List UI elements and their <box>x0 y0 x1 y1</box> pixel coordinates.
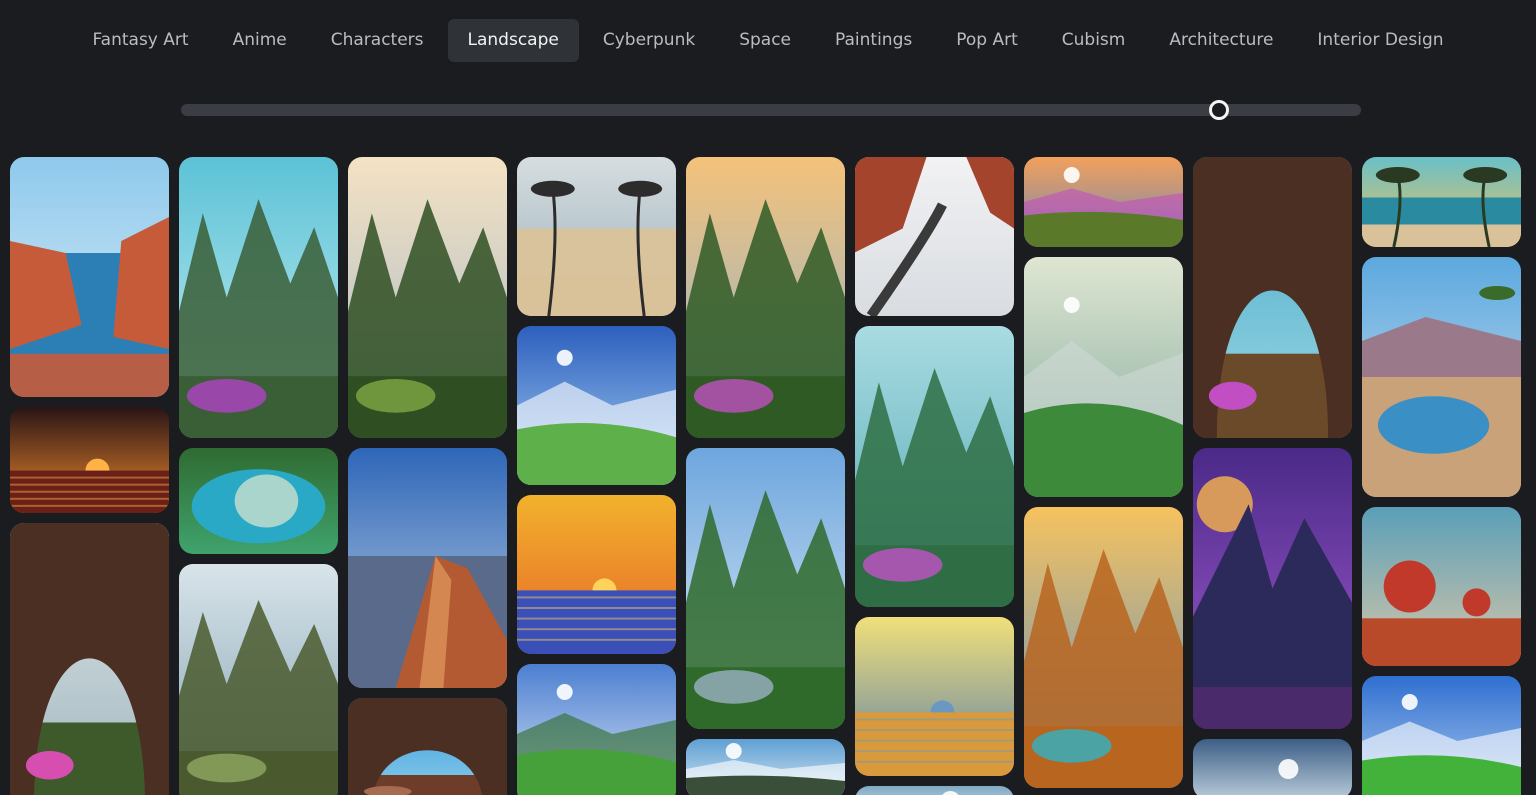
landscape-image <box>179 564 338 795</box>
landscape-image <box>517 326 676 485</box>
gallery-image-autumn-river-sunset[interactable] <box>1024 507 1183 788</box>
gallery-image-snowy-canyon-road[interactable] <box>855 157 1014 316</box>
landscape-image <box>348 157 507 438</box>
gallery-image-tropical-lagoon[interactable] <box>179 448 338 554</box>
gallery-image-calm-beach[interactable] <box>855 617 1014 776</box>
landscape-image <box>517 664 676 795</box>
gallery-image-highland-lake[interactable] <box>1024 157 1183 247</box>
gallery-image-palm-beach-waves[interactable] <box>517 157 676 316</box>
gallery-image-ocean-sunset[interactable] <box>10 407 169 513</box>
gallery-image-purple-planet-peaks[interactable] <box>1193 448 1352 729</box>
landscape-image <box>1024 157 1183 247</box>
landscape-image <box>10 523 169 795</box>
gallery-image-sun-over-mountains[interactable] <box>686 739 845 795</box>
landscape-image <box>686 157 845 438</box>
landscape-image <box>1193 739 1352 795</box>
landscape-image <box>855 786 1014 795</box>
landscape-image <box>179 157 338 438</box>
landscape-image <box>348 448 507 688</box>
landscape-image <box>686 448 845 729</box>
gallery-image-red-rock-canyon[interactable] <box>348 448 507 688</box>
gallery-image-green-valley-sunburst[interactable] <box>517 326 676 485</box>
landscape-image <box>1362 157 1521 247</box>
gallery-image-green-meadow-sky[interactable] <box>1362 676 1521 795</box>
landscape-image <box>1362 676 1521 795</box>
landscape-image <box>517 157 676 316</box>
landscape-image <box>1024 507 1183 788</box>
landscape-image <box>1362 507 1521 666</box>
gallery-image-desert-oasis[interactable] <box>1362 257 1521 497</box>
gallery-image-green-river-valley[interactable] <box>1024 257 1183 497</box>
landscape-image <box>517 495 676 654</box>
gallery-image-red-fruit-trees[interactable] <box>1362 507 1521 666</box>
gallery-image-purple-flower-canyon[interactable] <box>179 157 338 438</box>
gallery-image-bright-sun-horizon[interactable] <box>1193 739 1352 795</box>
landscape-image <box>1024 257 1183 497</box>
landscape-image <box>10 407 169 513</box>
landscape-image <box>1193 448 1352 729</box>
gallery-image-forest-cliffs-sunrise[interactable] <box>348 157 507 438</box>
gallery-image-golden-valley-lake[interactable] <box>686 157 845 438</box>
landscape-image <box>686 739 845 795</box>
gallery-image-palm-sunset-beach[interactable] <box>1362 157 1521 247</box>
gallery-image-alpine-forest[interactable] <box>686 448 845 729</box>
gallery-image-pale-sky[interactable] <box>855 786 1014 795</box>
gallery-image-cave-valley[interactable] <box>10 523 169 795</box>
gallery-image-sunset-sea[interactable] <box>517 495 676 654</box>
landscape-image <box>1362 257 1521 497</box>
gallery-image-misty-cliffs[interactable] <box>179 564 338 795</box>
landscape-image <box>855 157 1014 316</box>
landscape-image <box>1193 157 1352 438</box>
image-gallery-page: Fantasy Art Anime Characters Landscape Cyber… <box>0 0 1536 795</box>
image-grid <box>0 0 1536 795</box>
landscape-image <box>855 326 1014 607</box>
landscape-image <box>179 448 338 554</box>
landscape-image <box>10 157 169 397</box>
landscape-image <box>855 617 1014 776</box>
gallery-image-river-meadow[interactable] <box>517 664 676 795</box>
gallery-image-floating-rock[interactable] <box>348 698 507 795</box>
gallery-image-teal-mountains-flowers[interactable] <box>855 326 1014 607</box>
landscape-image <box>348 698 507 795</box>
gallery-image-cave-arch-cliffs[interactable] <box>1193 157 1352 438</box>
gallery-image-coastal-canyon[interactable] <box>10 157 169 397</box>
